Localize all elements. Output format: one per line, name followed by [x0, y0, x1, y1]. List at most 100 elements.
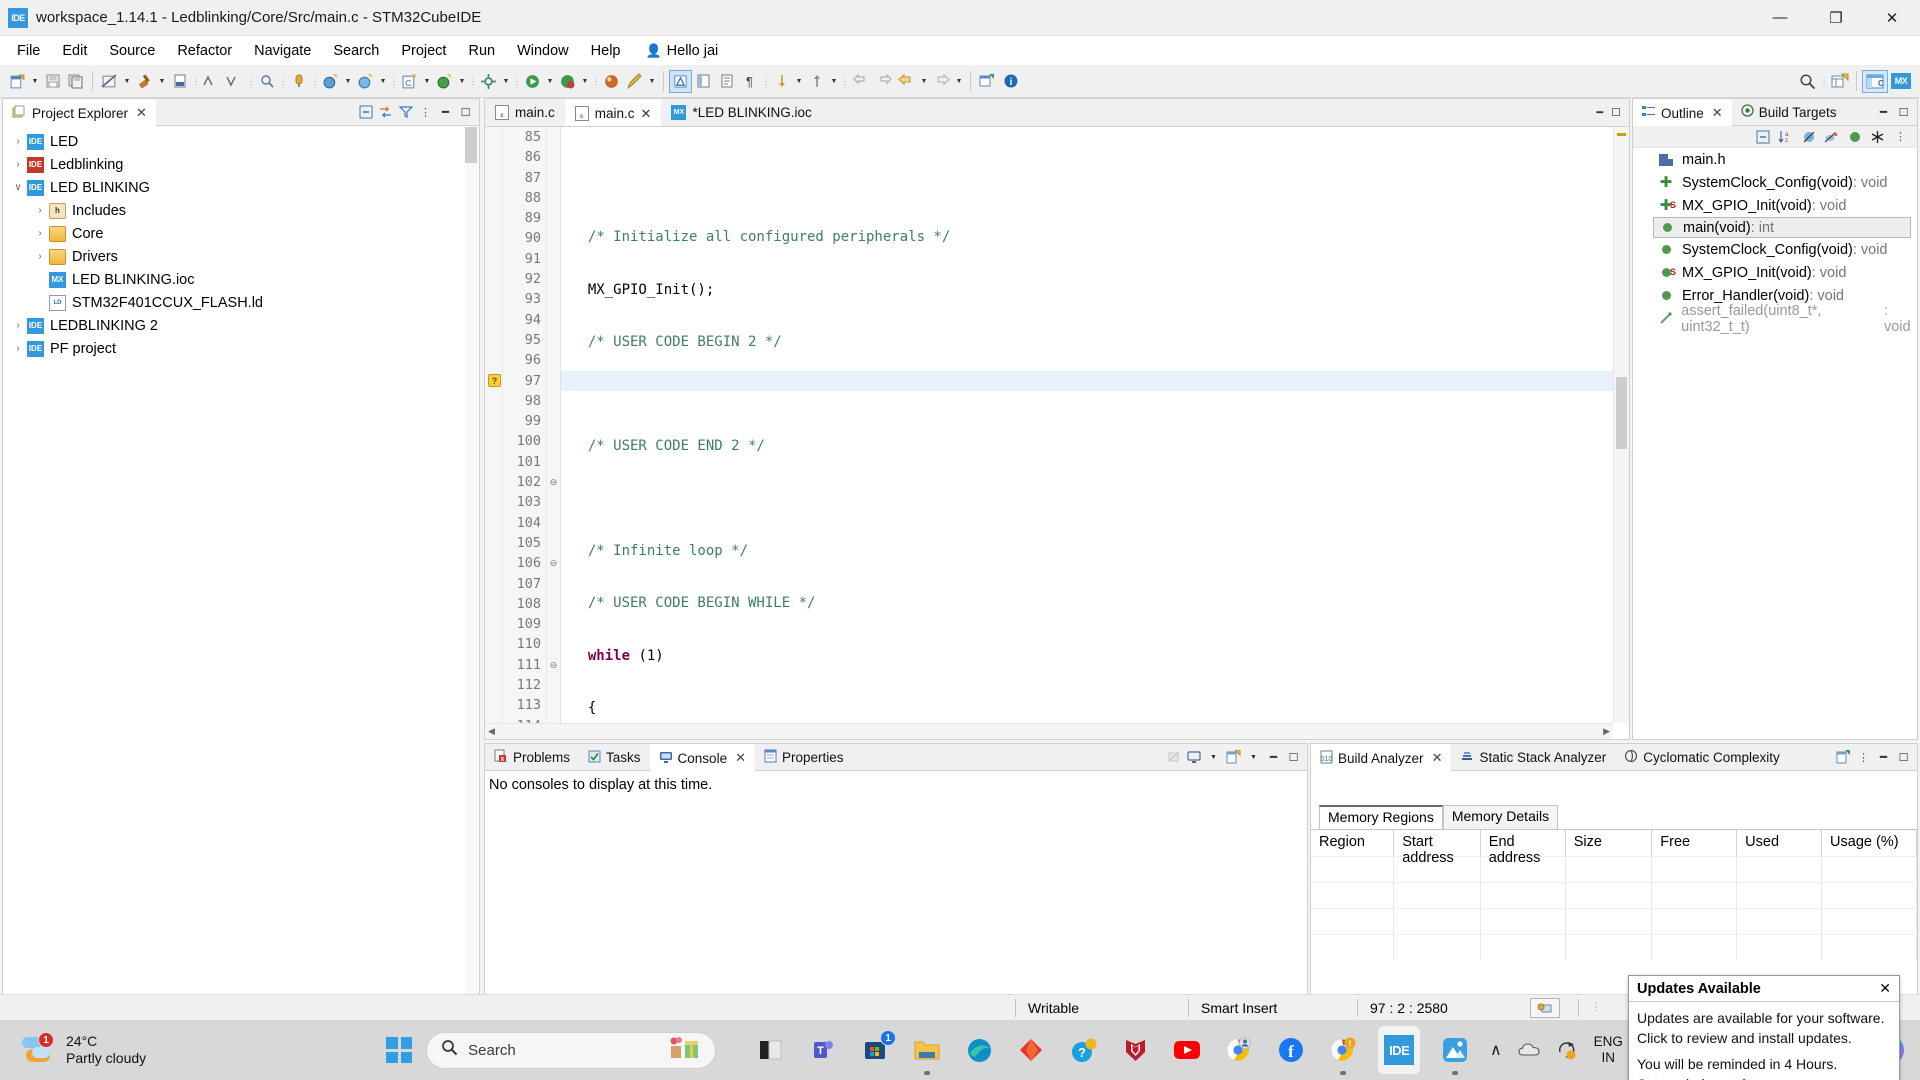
photos-icon[interactable] [1438, 1033, 1472, 1075]
clear-console-icon[interactable] [1165, 749, 1182, 766]
menu-help[interactable]: Help [580, 40, 632, 62]
user-account-menu[interactable]: 👤 Hello jai [631, 43, 718, 59]
search-small-icon[interactable] [255, 70, 278, 93]
fold-marker[interactable]: ⊖ [547, 553, 560, 573]
hide-fields-icon[interactable] [1800, 128, 1817, 145]
column-header-end-address[interactable]: End address [1481, 830, 1566, 866]
tab-build-analyzer[interactable]: 010 Build Analyzer ✕ [1311, 744, 1452, 771]
profile-dropdown-arrow[interactable]: ▼ [579, 70, 591, 92]
open-dropdown-arrow[interactable]: ▼ [1245, 749, 1262, 766]
table-row[interactable] [1311, 934, 1918, 960]
tree-item-ledblinking-2[interactable]: › IDE LEDBLINKING 2 [3, 314, 479, 337]
windows-update-icon[interactable] [1556, 1040, 1578, 1060]
scroll-left-arrow[interactable]: ◀ [488, 726, 495, 737]
debug-dropdown-arrow[interactable]: ▼ [342, 70, 354, 92]
debug-icon[interactable] [319, 70, 342, 93]
back-icon[interactable] [849, 70, 872, 93]
editor-tab-main-c-2[interactable]: c main.c ✕ [564, 99, 662, 126]
chevron-right-icon[interactable]: › [9, 136, 27, 147]
profile-icon[interactable] [556, 70, 579, 93]
minimize-icon[interactable]: ━ [1875, 749, 1892, 766]
editor-icon[interactable] [669, 69, 692, 93]
run-debug-icon[interactable] [354, 70, 377, 93]
chevron-right-icon[interactable]: › [9, 159, 27, 170]
chevron-right-icon[interactable]: › [31, 251, 49, 262]
cdt-icon[interactable] [600, 70, 623, 93]
view-menu-icon[interactable]: ⋮ [1892, 128, 1909, 145]
chevron-right-icon[interactable]: › [9, 343, 27, 354]
tree-item-ioc-file[interactable]: MX LED BLINKING.ioc [3, 268, 479, 291]
tab-cyclomatic-complexity[interactable]: Cyclomatic Complexity [1615, 744, 1789, 770]
column-header-used[interactable]: Used [1737, 830, 1823, 856]
menu-refactor[interactable]: Refactor [166, 40, 243, 62]
tree-item-linker-script[interactable]: LD STM32F401CCUX_FLASH.ld [3, 291, 479, 314]
hide-static-icon[interactable]: s [1823, 128, 1840, 145]
perspective-mx-icon[interactable]: MX [1888, 70, 1914, 93]
prev-annotation-icon[interactable] [805, 70, 828, 93]
mcafee-icon[interactable] [1118, 1033, 1152, 1067]
menu-file[interactable]: File [6, 40, 51, 62]
tab-tasks[interactable]: Tasks [579, 744, 650, 770]
taskview-icon[interactable] [754, 1033, 788, 1067]
outline-item-systemclock-config-proto[interactable]: ✚ SystemClock_Config(void) : void [1633, 171, 1917, 194]
close-icon[interactable]: ✕ [136, 105, 147, 121]
microsoft-store-icon[interactable]: 1 [858, 1030, 897, 1067]
close-icon[interactable]: ✕ [1712, 105, 1723, 121]
chrome-profile-icon[interactable] [1222, 1033, 1256, 1067]
tree-item-pf-project[interactable]: › IDE PF project [3, 337, 479, 360]
editor-horizontal-scrollbar[interactable]: ◀ ▶ [485, 723, 1613, 739]
tab-console[interactable]: Console ✕ [649, 744, 756, 771]
prev-dropdown-arrow[interactable]: ▼ [828, 70, 840, 92]
chevron-right-icon[interactable]: › [31, 205, 49, 216]
maximize-icon[interactable]: ☐ [1895, 749, 1912, 766]
maximize-icon[interactable]: ☐ [1611, 106, 1621, 119]
tab-properties[interactable]: Properties [755, 744, 853, 770]
table-row[interactable] [1311, 908, 1918, 934]
collapse-all-icon[interactable] [357, 104, 374, 121]
next-annotation-icon[interactable] [770, 70, 793, 93]
analysis-2-icon[interactable] [223, 70, 246, 93]
file-explorer-icon[interactable] [910, 1033, 944, 1075]
build-settings-dropdown-arrow[interactable]: ▼ [500, 70, 512, 92]
open-type-icon[interactable] [715, 70, 738, 93]
new-file-icon[interactable] [6, 70, 29, 93]
run-config-dropdown-arrow[interactable]: ▼ [421, 70, 433, 92]
weather-widget[interactable]: 1 24°C Partly cloudy [0, 1032, 146, 1067]
language-indicator[interactable]: ENG IN [1594, 1034, 1623, 1066]
menu-window[interactable]: Window [506, 40, 580, 62]
hide-nonpublic-icon[interactable] [1846, 128, 1863, 145]
menu-search[interactable]: Search [322, 40, 390, 62]
scroll-right-arrow[interactable]: ▶ [1603, 726, 1610, 737]
editor-tab-ioc[interactable]: MX *LED BLINKING.ioc [661, 99, 822, 126]
stm32cubeide-icon[interactable]: IDE [1378, 1026, 1421, 1074]
run-icon[interactable] [521, 70, 544, 93]
open-perspective-icon[interactable] [1828, 70, 1851, 93]
scrollbar-thumb[interactable] [465, 127, 477, 163]
run-dropdown-arrow[interactable]: ▼ [544, 70, 556, 92]
tree-item-drivers[interactable]: › Drivers [3, 245, 479, 268]
tab-static-stack-analyzer[interactable]: Static Stack Analyzer [1451, 744, 1615, 770]
facebook-icon[interactable]: f [1274, 1033, 1308, 1067]
menu-project[interactable]: Project [390, 40, 457, 62]
clean-icon[interactable] [133, 70, 156, 93]
display-console-icon[interactable] [1185, 749, 1202, 766]
display-dropdown-arrow[interactable]: ▼ [1205, 749, 1222, 766]
minimize-icon[interactable]: ━ [1875, 104, 1892, 121]
scrollbar-thumb[interactable] [1616, 377, 1627, 449]
tree-item-led[interactable]: › IDE LED [3, 130, 479, 153]
pencil-dropdown-arrow[interactable]: ▼ [646, 70, 658, 92]
restore-button[interactable]: ❐ [1808, 0, 1864, 36]
perspective-c-icon[interactable]: C [1862, 69, 1888, 93]
editor-tab-main-c-1[interactable]: c main.c [485, 99, 565, 126]
save-all-icon[interactable] [64, 70, 87, 93]
folding-ruler[interactable]: ⊖ ⊖ ⊖ ⊖ [547, 127, 561, 723]
build-status-icon[interactable] [1518, 995, 1572, 1021]
tab-problems[interactable]: x Problems [485, 744, 579, 770]
outline-item-assert-failed[interactable]: assert_failed(uint8_t*, uint32_t_t) : vo… [1633, 303, 1917, 335]
subtab-memory-details[interactable]: Memory Details [1442, 805, 1559, 829]
clean-dropdown-arrow[interactable]: ▼ [156, 70, 168, 92]
column-header-region[interactable]: Region [1311, 830, 1395, 856]
table-row[interactable] [1311, 882, 1918, 908]
taskbar-search[interactable]: Search [426, 1031, 717, 1069]
column-header-start-address[interactable]: Start address [1394, 830, 1481, 866]
